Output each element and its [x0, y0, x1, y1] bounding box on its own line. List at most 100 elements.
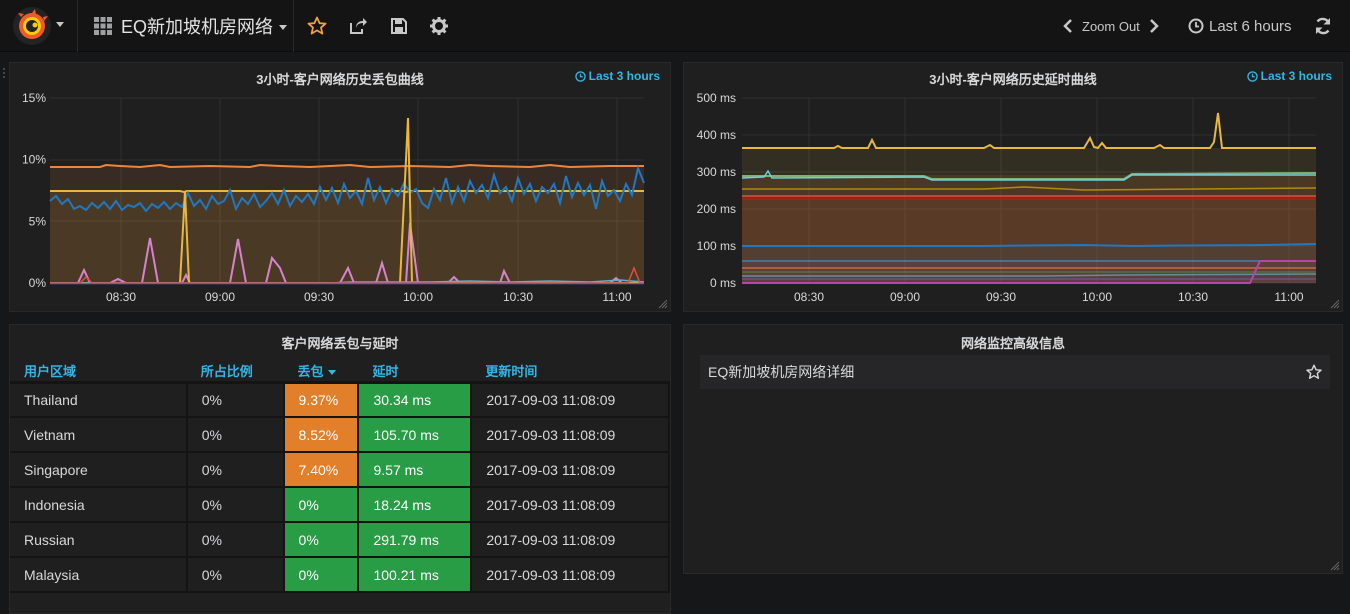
- y-tick-label: 300 ms: [697, 165, 736, 179]
- dashboard-grid-icon: [94, 17, 112, 35]
- table-row: Russian 0% 0% 291.79 ms 2017-09-03 11:08:09: [10, 522, 670, 558]
- y-tick-label: 0 ms: [710, 276, 736, 290]
- star-icon[interactable]: [307, 16, 327, 36]
- cell-loss: 0%: [283, 522, 360, 558]
- x-tick-label: 11:00: [1274, 290, 1303, 304]
- column-header-region[interactable]: 用户区域: [10, 360, 187, 384]
- time-range-label[interactable]: Last 6 hours: [1209, 18, 1292, 35]
- y-tick-label: 400 ms: [697, 128, 736, 142]
- side-menu-toggle[interactable]: [0, 0, 78, 52]
- x-axis-ticks: 08:30 09:00 09:30 10:00 10:30 11:00: [794, 290, 1304, 304]
- cell-latency: 9.57 ms: [358, 452, 473, 488]
- cell-latency: 30.34 ms: [358, 382, 473, 418]
- column-header-updated[interactable]: 更新时间: [471, 360, 669, 384]
- cell-updated: 2017-09-03 11:08:09: [471, 522, 670, 558]
- data-table: 用户区域 所占比例 丢包 延时 更新时间 Thailand 0% 9.37% 30.3…: [10, 360, 670, 593]
- clock-icon: [1188, 18, 1204, 34]
- latency-chart[interactable]: 0 ms 100 ms 200 ms 300 ms 400 ms 500 ms 08:30…: [684, 63, 1344, 313]
- chevron-down-icon[interactable]: [56, 22, 64, 27]
- dashboard-link-label[interactable]: EQ新加坡机房网络详细: [708, 362, 854, 382]
- share-icon[interactable]: [348, 16, 368, 36]
- time-picker-button[interactable]: Last 6 hours: [1188, 0, 1292, 52]
- cell-region: Russian: [10, 522, 188, 558]
- x-tick-label: 11:00: [602, 290, 631, 304]
- cell-latency: 105.70 ms: [358, 417, 473, 453]
- cell-latency: 291.79 ms: [358, 522, 473, 558]
- cell-loss: 0%: [283, 557, 360, 593]
- y-axis-ticks: 0% 5% 10% 15%: [22, 91, 46, 290]
- loss-chart[interactable]: 0% 5% 10% 15% 08:30 09:00 09:30 10:00 10:30 11:0…: [10, 63, 672, 313]
- cell-ratio: 0%: [186, 417, 285, 453]
- dashboard-picker[interactable]: EQ新加坡机房网络: [79, 0, 294, 52]
- cell-ratio: 0%: [186, 557, 285, 593]
- x-tick-label: 08:30: [794, 290, 824, 304]
- y-tick-label: 10%: [22, 153, 46, 167]
- cell-region: Indonesia: [10, 487, 188, 523]
- loss-chart-panel: 3小时-客户网络历史丢包曲线 Last 3 hours 0% 5% 10% 15% 0…: [3, 62, 672, 313]
- panel-title[interactable]: 网络监控高级信息: [684, 333, 1342, 352]
- cell-latency: 100.21 ms: [358, 557, 473, 593]
- cell-updated: 2017-09-03 11:08:09: [471, 487, 670, 523]
- table-row: Malaysia 0% 0% 100.21 ms 2017-09-03 11:08:09: [10, 557, 670, 593]
- dashboard-title[interactable]: EQ新加坡机房网络: [121, 13, 273, 39]
- zoom-out-control: Zoom Out: [1062, 0, 1160, 52]
- save-icon[interactable]: [389, 16, 409, 36]
- table-row: Indonesia 0% 0% 18.24 ms 2017-09-03 11:08:09: [10, 487, 670, 523]
- latency-chart-panel: 3小时-客户网络历史延时曲线 Last 3 hours 0 ms 100 ms 20…: [683, 62, 1343, 312]
- cell-loss: 8.52%: [283, 417, 360, 453]
- chevron-left-icon[interactable]: [1062, 19, 1074, 33]
- column-header-ratio[interactable]: 所占比例: [186, 360, 284, 384]
- cell-region: Singapore: [10, 452, 188, 488]
- refresh-icon[interactable]: [1313, 16, 1333, 36]
- cell-ratio: 0%: [186, 522, 285, 558]
- dashboard-list-panel: 网络监控高级信息 EQ新加坡机房网络详细: [683, 324, 1343, 574]
- cell-latency: 18.24 ms: [358, 487, 473, 523]
- table-row: Singapore 0% 7.40% 9.57 ms 2017-09-03 11:08:…: [10, 452, 670, 488]
- cell-updated: 2017-09-03 11:08:09: [471, 382, 670, 418]
- x-tick-label: 09:00: [890, 290, 920, 304]
- cell-region: Malaysia: [10, 557, 188, 593]
- cell-ratio: 0%: [186, 452, 285, 488]
- x-tick-label: 09:00: [205, 290, 235, 304]
- cell-loss: 0%: [283, 487, 360, 523]
- cell-loss: 9.37%: [283, 382, 360, 418]
- column-header-loss[interactable]: 丢包: [283, 360, 359, 384]
- chevron-right-icon[interactable]: [1148, 19, 1160, 33]
- table-row: Thailand 0% 9.37% 30.34 ms 2017-09-03 11:08:…: [10, 382, 670, 418]
- cell-region: Thailand: [10, 382, 188, 418]
- gear-icon[interactable]: [429, 16, 449, 36]
- y-tick-label: 0%: [29, 276, 47, 290]
- series-line: [742, 112, 1316, 150]
- cell-loss: 7.40%: [283, 452, 360, 488]
- resize-handle-icon[interactable]: [658, 299, 668, 309]
- chevron-down-icon[interactable]: [279, 25, 288, 30]
- x-tick-label: 09:30: [986, 290, 1016, 304]
- x-tick-label: 09:30: [304, 290, 334, 304]
- grafana-logo-icon[interactable]: [13, 7, 51, 45]
- top-navbar: EQ新加坡机房网络 Zoom Out Last 6 hours: [0, 0, 1350, 52]
- dashboard-link[interactable]: EQ新加坡机房网络详细: [700, 355, 1330, 389]
- y-tick-label: 200 ms: [697, 202, 736, 216]
- cell-updated: 2017-09-03 11:08:09: [471, 452, 670, 488]
- drag-handle-icon[interactable]: [2, 67, 6, 81]
- y-tick-label: 500 ms: [697, 91, 736, 105]
- y-tick-label: 100 ms: [697, 239, 736, 253]
- x-axis-ticks: 08:30 09:00 09:30 10:00 10:30 11:00: [106, 290, 632, 304]
- table-body: Thailand 0% 9.37% 30.34 ms 2017-09-03 11:08:…: [10, 382, 670, 593]
- panel-title[interactable]: 客户网络丢包与延时: [10, 333, 670, 352]
- resize-handle-icon[interactable]: [1330, 561, 1340, 571]
- cell-updated: 2017-09-03 11:08:09: [471, 417, 670, 453]
- sort-desc-icon: [327, 369, 336, 375]
- resize-handle-icon[interactable]: [1330, 299, 1340, 309]
- table-header-row: 用户区域 所占比例 丢包 延时 更新时间: [10, 360, 669, 384]
- x-tick-label: 10:30: [1178, 290, 1208, 304]
- cell-region: Vietnam: [10, 417, 188, 453]
- x-tick-label: 10:00: [403, 290, 433, 304]
- cell-updated: 2017-09-03 11:08:09: [471, 557, 670, 593]
- star-icon[interactable]: [1306, 364, 1322, 380]
- loss-latency-table-panel: 客户网络丢包与延时 用户区域 所占比例 丢包 延时 更新时间 Thailand 0…: [9, 324, 671, 614]
- y-tick-label: 15%: [22, 91, 46, 105]
- zoom-out-button[interactable]: Zoom Out: [1082, 19, 1140, 34]
- x-tick-label: 10:00: [1082, 290, 1112, 304]
- column-header-latency[interactable]: 延时: [358, 360, 472, 384]
